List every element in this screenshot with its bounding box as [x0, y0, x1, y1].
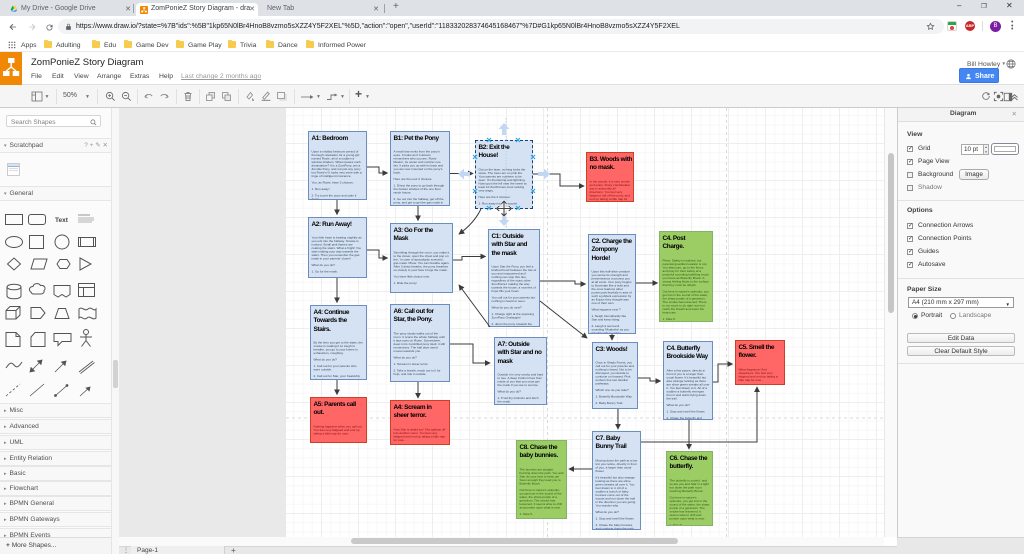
svg-text:Text: Text — [55, 217, 69, 224]
